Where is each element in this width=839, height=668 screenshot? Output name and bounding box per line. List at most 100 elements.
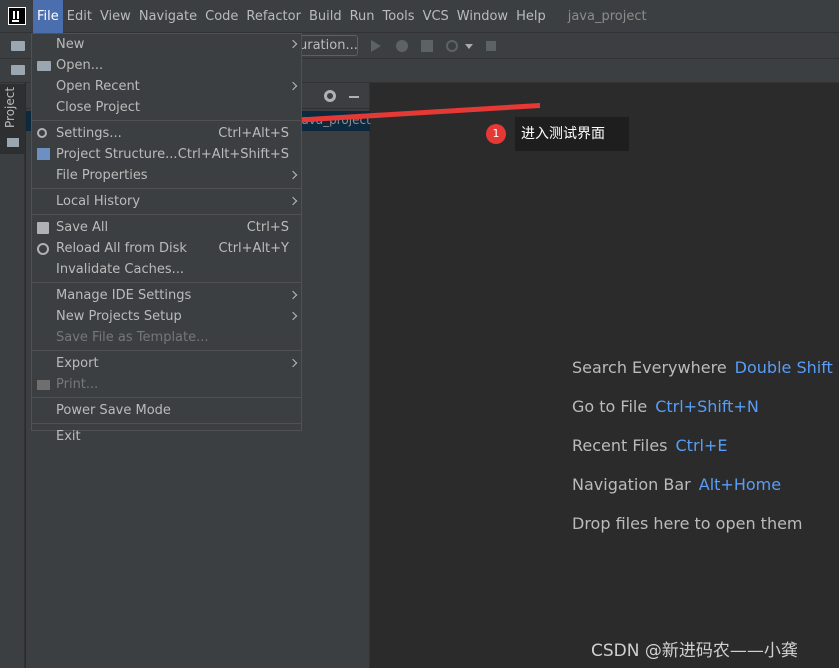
save-icon [37,222,49,234]
file-menu-item-manage-ide-settings[interactable]: Manage IDE Settings [32,285,301,306]
chevron-right-icon [288,358,298,368]
menu-window[interactable]: Window [453,0,512,33]
menu-separator [32,214,301,215]
menu-separator [32,423,301,424]
file-menu-item-print: Print... [32,374,301,395]
run-icon[interactable] [371,40,381,52]
file-menu-item-open-recent[interactable]: Open Recent [32,76,301,97]
coverage-icon[interactable] [421,40,433,52]
file-menu-dropdown: New Open... Open Recent Close Project Settin… [31,33,302,444]
folder-icon [37,61,51,71]
menu-edit[interactable]: Edit [63,0,96,33]
menu-items: File Edit View Navigate Code Refactor Build Run… [33,0,550,33]
file-menu-item-export[interactable]: Export [32,353,301,374]
hint-label: Search Everywhere [572,358,727,377]
chevron-right-icon [288,39,298,49]
file-menu-item-label: Exit [56,429,81,444]
gear-icon[interactable] [324,90,336,102]
menu-refactor[interactable]: Refactor [242,0,305,33]
menu-bar: File Edit View Navigate Code Refactor Build Run… [0,0,839,33]
file-menu-item-label: Local History [56,194,141,209]
file-menu-item-label: Settings... [56,126,122,141]
chevron-right-icon [288,170,298,180]
hint-label: Recent Files [572,436,668,455]
file-menu-item-label: Invalidate Caches... [56,262,185,277]
debug-icon[interactable] [396,40,408,52]
chevron-right-icon [288,196,298,206]
file-menu-item-label: Close Project [56,100,141,115]
file-menu-item-label: Print... [56,377,99,392]
file-menu-item-save-all[interactable]: Save All Ctrl+S [32,217,301,238]
chevron-right-icon [288,81,298,91]
menu-tools[interactable]: Tools [379,0,419,33]
file-menu-item-new[interactable]: New [32,34,301,55]
file-menu-item-settings[interactable]: Settings... Ctrl+Alt+S [32,123,301,144]
menu-separator [32,282,301,283]
shortcut-label: Ctrl+Alt+S [218,126,289,141]
file-menu-item-label: New [56,37,85,52]
menu-help[interactable]: Help [512,0,550,33]
hint-shortcut: Double Shift [734,358,833,377]
file-menu-item-label: Power Save Mode [56,403,171,418]
file-menu-item-reload-all-from-disk[interactable]: Reload All from Disk Ctrl+Alt+Y [32,238,301,259]
open-folder-icon[interactable] [11,41,25,51]
file-menu-item-file-properties[interactable]: File Properties [32,165,301,186]
hide-icon[interactable] [349,96,359,98]
hint-shortcut: Alt+Home [698,475,782,494]
file-menu-item-new-projects-setup[interactable]: New Projects Setup [32,306,301,327]
menu-separator [32,188,301,189]
chevron-right-icon [288,311,298,321]
editor-hint: Drop files here to open them [572,512,833,551]
hint-shortcut: Ctrl+E [675,436,728,455]
file-menu-item-open[interactable]: Open... [32,55,301,76]
watermark: CSDN @新进码农——小龚 [591,641,798,661]
project-folder-icon [7,138,19,147]
menu-separator [32,397,301,398]
file-menu-item-invalidate-caches[interactable]: Invalidate Caches... [32,259,301,280]
file-menu-item-label: Save File as Template... [56,330,209,345]
file-menu-item-power-save-mode[interactable]: Power Save Mode [32,400,301,421]
menu-code[interactable]: Code [201,0,242,33]
chevron-down-icon[interactable] [465,44,473,49]
file-menu-item-exit[interactable]: Exit [32,426,301,447]
hint-label: Go to File [572,397,648,416]
menu-file[interactable]: File [33,0,63,33]
menu-run[interactable]: Run [346,0,379,33]
annotation-badge: 1 [486,124,506,144]
wrench-icon [37,128,47,138]
reload-icon [37,243,49,255]
stop-icon[interactable] [486,41,496,51]
intellij-logo-icon[interactable] [8,7,26,25]
editor-hint: Navigation Bar Alt+Home [572,473,833,512]
file-menu-item-label: Manage IDE Settings [56,288,192,303]
editor-hint: Search Everywhere Double Shift [572,356,833,395]
file-menu-item-close-project[interactable]: Close Project [32,97,301,118]
project-structure-icon [37,148,50,160]
file-menu-item-label: Project Structure... [56,147,178,162]
file-menu-item-label: Save All [56,220,109,235]
profile-icon[interactable] [446,40,458,52]
hint-label: Drop files here to open them [572,514,803,533]
project-title: java_project [567,8,647,24]
shortcut-label: Ctrl+S [246,220,289,235]
file-menu-item-label: Open... [56,58,104,73]
menu-view[interactable]: View [96,0,135,33]
shortcut-label: Ctrl+Alt+Shift+S [177,147,289,162]
folder-icon[interactable] [11,65,25,75]
file-menu-item-label: File Properties [56,168,148,183]
hint-shortcut: Ctrl+Shift+N [655,397,759,416]
menu-navigate[interactable]: Navigate [135,0,201,33]
file-menu-item-label: Open Recent [56,79,140,94]
file-menu-item-save-file-as-template: Save File as Template... [32,327,301,348]
editor-hint: Go to File Ctrl+Shift+N [572,395,833,434]
hint-label: Navigation Bar [572,475,691,494]
menu-build[interactable]: Build [305,0,346,33]
file-menu-item-local-history[interactable]: Local History [32,191,301,212]
editor-hints: Search Everywhere Double Shift Go to File C… [572,356,833,551]
file-menu-item-project-structure[interactable]: Project Structure... Ctrl+Alt+Shift+S [32,144,301,165]
chevron-right-icon [288,290,298,300]
menu-vcs[interactable]: VCS [419,0,453,33]
menu-separator [32,350,301,351]
file-menu-item-label: New Projects Setup [56,309,182,324]
tree-root-label: java_project [298,113,371,127]
